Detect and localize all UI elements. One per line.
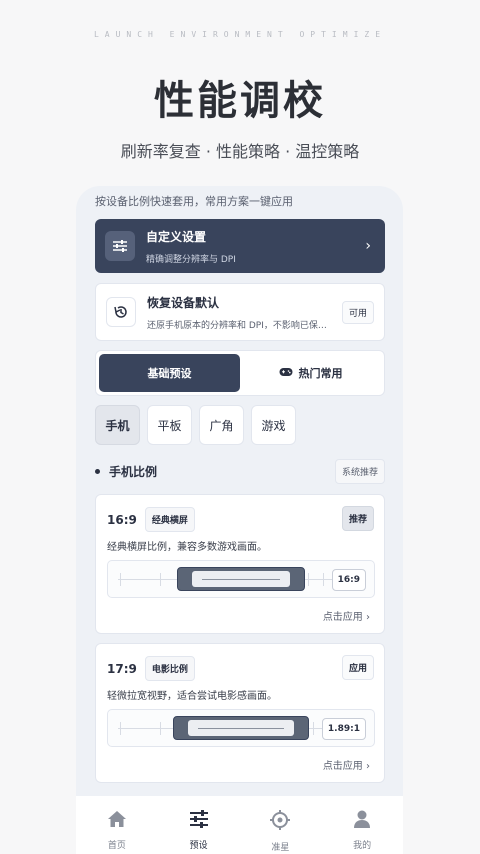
ratio-tag: 经典横屏 (144, 507, 195, 532)
available-badge: 可用 (341, 300, 374, 324)
page-title: 性能调校 (154, 78, 326, 124)
ratio-desc: 轻微拉宽视野，适合尝试电影感画面。 (107, 691, 277, 702)
tab-basic-presets[interactable]: 基础预设 (99, 354, 240, 392)
preview-tick (160, 722, 161, 735)
ratio-preview: 1.89:1 (107, 709, 375, 747)
ratio-label: 16:9 (107, 512, 137, 527)
tab-popular-label: 热门常用 (298, 367, 343, 380)
preview-tick (323, 573, 324, 586)
sliders-icon (189, 810, 209, 832)
apply-button[interactable]: 应用 (341, 655, 374, 680)
chip-game[interactable]: 游戏 (251, 405, 296, 445)
preview-tick (313, 722, 314, 735)
custom-settings-card[interactable]: 自定义设置 精确调整分辨率与 DPI › (95, 219, 385, 273)
restore-default-card[interactable]: 恢复设备默认 还原手机原本的分辨率和 DPI，不影响已保… 可用 (95, 283, 385, 341)
tab-basic-presets-label: 基础预设 (147, 367, 192, 380)
custom-settings-title: 自定义设置 (146, 229, 207, 244)
recommend-badge: 推荐 (341, 506, 374, 531)
preview-tick (160, 573, 161, 586)
apply-link[interactable]: 点击应用 › (323, 608, 370, 623)
chip-wide[interactable]: 广角 (199, 405, 244, 445)
nav-crosshair[interactable]: 准星 (240, 796, 322, 854)
section-title: 手机比例 (109, 464, 158, 479)
ratio-card[interactable]: 16:9 经典横屏 推荐 经典横屏比例，兼容多数游戏画面。 16:9 点击应用 … (95, 494, 385, 634)
chip-phone[interactable]: 手机 (95, 405, 140, 445)
crosshair-icon (270, 810, 291, 834)
preview-tick (120, 573, 121, 586)
hint-text: 按设备比例快速套用，常用方案一键应用 (95, 195, 293, 208)
bottom-nav: 首页 预设 准星 我的 (76, 796, 403, 854)
ratio-label: 17:9 (107, 661, 137, 676)
apply-link[interactable]: 点击应用 › (323, 757, 370, 772)
ratio-value: 1.89:1 (321, 718, 366, 740)
phone-panel: 按设备比例快速套用，常用方案一键应用 自定义设置 精确调整分辨率与 DPI › (76, 186, 403, 854)
screen-shape (177, 567, 305, 591)
nav-presets[interactable]: 预设 (158, 796, 240, 854)
ratio-preview: 16:9 (107, 560, 375, 598)
preset-tabs: 基础预设 热门常用 (95, 350, 385, 396)
chevron-right-icon: › (365, 238, 371, 254)
category-chips: 手机 平板 广角 游戏 (95, 405, 296, 445)
section-header: 手机比例 系统推荐 (95, 458, 385, 484)
sliders-icon (105, 231, 135, 261)
nav-profile[interactable]: 我的 (321, 796, 403, 854)
restore-default-desc: 还原手机原本的分辨率和 DPI，不影响已保… (147, 320, 327, 331)
nav-presets-label: 预设 (189, 841, 208, 851)
history-icon (106, 297, 136, 327)
nav-home-label: 首页 (107, 841, 126, 851)
preview-tick (308, 573, 309, 586)
user-icon (352, 810, 372, 832)
ratio-tag: 电影比例 (144, 656, 195, 681)
ratio-desc: 经典横屏比例，兼容多数游戏画面。 (107, 542, 267, 553)
gamepad-icon (279, 367, 293, 380)
tab-popular[interactable]: 热门常用 (240, 354, 381, 392)
system-recommend-badge: 系统推荐 (334, 458, 385, 484)
tagline: LAUNCH ENVIRONMENT OPTIMIZE (93, 30, 387, 39)
home-icon (107, 810, 127, 832)
nav-home[interactable]: 首页 (76, 796, 158, 854)
screen-shape (173, 716, 309, 740)
restore-default-title: 恢复设备默认 (147, 295, 220, 310)
ratio-card[interactable]: 17:9 电影比例 应用 轻微拉宽视野，适合尝试电影感画面。 1.89:1 点击… (95, 643, 385, 783)
nav-profile-label: 我的 (353, 841, 372, 851)
custom-settings-desc: 精确调整分辨率与 DPI (146, 254, 236, 265)
nav-crosshair-label: 准星 (271, 843, 290, 853)
bullet-dot (95, 468, 100, 474)
page-subtitle: 刷新率复查 · 性能策略 · 温控策略 (120, 142, 360, 161)
chip-tablet[interactable]: 平板 (147, 405, 192, 445)
preview-tick (120, 722, 121, 735)
ratio-value: 16:9 (331, 569, 366, 591)
